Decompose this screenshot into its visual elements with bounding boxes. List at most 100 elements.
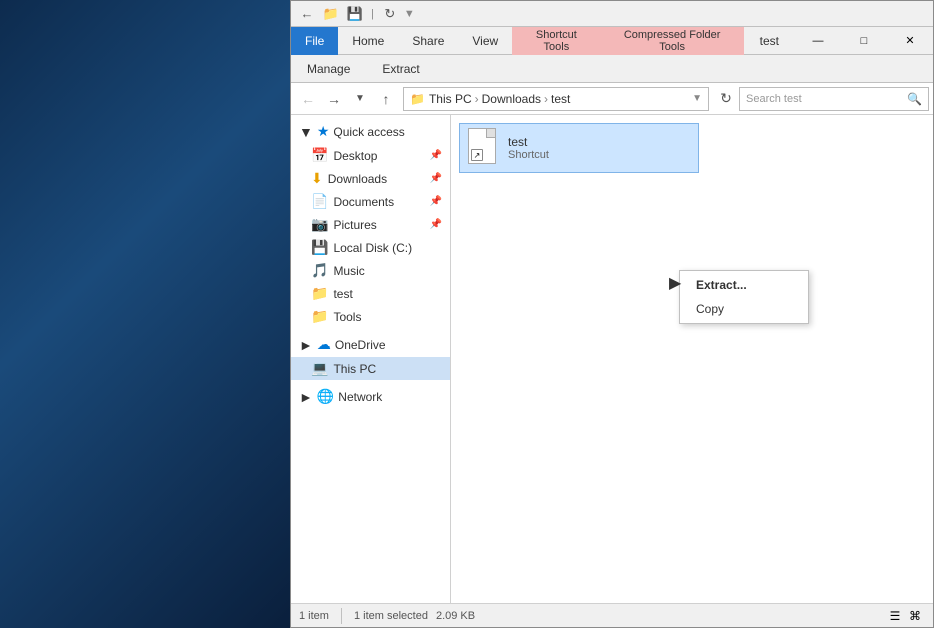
ribbon-tabs-row: File Home Share View Shortcut Tools Comp… xyxy=(291,27,933,55)
status-bar: 1 item 1 item selected 2.09 KB ☰ ⌘ xyxy=(291,603,933,627)
item-count: 1 item xyxy=(299,610,329,622)
nav-item-documents[interactable]: 📄 Documents 📌 xyxy=(291,190,450,213)
close-button[interactable]: ✕ xyxy=(887,27,933,55)
tab-manage[interactable]: Manage xyxy=(291,55,366,83)
breadcrumb-folder-icon: 📁 xyxy=(410,92,425,106)
search-box[interactable]: Search test 🔍 xyxy=(739,87,929,111)
network-label: Network xyxy=(338,390,382,404)
back-button[interactable]: ← xyxy=(295,87,321,111)
address-dropdown-icon[interactable]: ▼ xyxy=(692,93,702,104)
nav-pictures-label: Pictures xyxy=(333,218,376,232)
quick-access-header[interactable]: ▼ ★ Quick access xyxy=(291,119,450,144)
address-box[interactable]: 📁 This PC › Downloads › test ▼ xyxy=(403,87,709,111)
nav-pane: ▼ ★ Quick access 📅 Desktop 📌 ⬇ Downloads… xyxy=(291,115,451,603)
window-controls: — □ ✕ xyxy=(795,27,933,55)
nav-local-disk-label: Local Disk (C:) xyxy=(333,241,412,255)
breadcrumb: 📁 This PC › Downloads › test xyxy=(410,92,692,106)
nav-music-label: Music xyxy=(333,264,364,278)
nav-item-desktop[interactable]: 📅 Desktop 📌 xyxy=(291,144,450,167)
tab-view[interactable]: View xyxy=(458,27,512,55)
nav-downloads-label: Downloads xyxy=(328,172,387,186)
test-folder-icon: 📁 xyxy=(311,285,328,302)
documents-pin-icon: 📌 xyxy=(430,196,442,207)
file-type-text: Shortcut xyxy=(508,149,549,161)
breadcrumb-downloads: Downloads xyxy=(482,92,541,106)
mouse-cursor: ▶ xyxy=(669,273,681,293)
refresh-button[interactable]: ↻ xyxy=(713,87,739,111)
qat-undo-btn[interactable]: ↻ xyxy=(378,3,402,25)
quick-access-chevron: ▼ xyxy=(299,124,313,140)
nav-item-music[interactable]: 🎵 Music xyxy=(291,259,450,282)
this-pc-icon: 💻 xyxy=(311,360,328,377)
qat-folder-btn[interactable]: 📁 xyxy=(319,3,343,25)
address-bar-row: ← → ▼ ↑ 📁 This PC › Downloads › test ▼ ↻… xyxy=(291,83,933,115)
status-separator1 xyxy=(341,608,342,624)
search-icon: 🔍 xyxy=(907,92,922,106)
ctx-extract[interactable]: Extract... xyxy=(680,273,808,297)
file-icon: ↗ xyxy=(468,128,500,168)
downloads-pin-icon: 📌 xyxy=(430,173,442,184)
onedrive-icon: ☁ xyxy=(317,336,331,353)
tab-shortcut-tools[interactable]: Shortcut Tools xyxy=(512,27,600,55)
up-button[interactable]: ↑ xyxy=(373,87,399,111)
file-size: 2.09 KB xyxy=(436,610,475,622)
shortcut-arrow: ↗ xyxy=(471,149,483,161)
file-item-test[interactable]: ↗ test Shortcut xyxy=(459,123,699,173)
breadcrumb-this-pc: This PC xyxy=(429,92,472,106)
breadcrumb-sep2: › xyxy=(544,92,548,106)
desktop-pin-icon: 📌 xyxy=(430,150,442,161)
nav-test-label: test xyxy=(333,287,352,301)
pictures-icon: 📷 xyxy=(311,216,328,233)
ribbon-row2: Manage Extract xyxy=(291,55,933,83)
file-info: test Shortcut xyxy=(508,135,549,161)
nav-documents-label: Documents xyxy=(333,195,394,209)
breadcrumb-test: test xyxy=(551,92,570,106)
tab-file[interactable]: File xyxy=(291,27,338,55)
recent-locations-button[interactable]: ▼ xyxy=(347,87,373,111)
network-icon: 🌐 xyxy=(317,388,334,405)
onedrive-label: OneDrive xyxy=(335,338,386,352)
qat-back-btn[interactable]: ← xyxy=(295,3,319,25)
forward-button[interactable]: → xyxy=(321,87,347,111)
local-disk-icon: 💾 xyxy=(311,239,328,256)
onedrive-header[interactable]: ► ☁ OneDrive xyxy=(291,332,450,357)
music-icon: 🎵 xyxy=(311,262,328,279)
nav-item-test[interactable]: 📁 test xyxy=(291,282,450,305)
tools-folder-icon: 📁 xyxy=(311,308,328,325)
large-icons-view-btn[interactable]: ⌘ xyxy=(905,606,925,626)
breadcrumb-sep1: › xyxy=(475,92,479,106)
onedrive-chevron: ► xyxy=(299,337,313,353)
view-buttons: ☰ ⌘ xyxy=(885,606,925,626)
tab-share[interactable]: Share xyxy=(398,27,458,55)
desktop-icon: 📅 xyxy=(311,147,328,164)
nav-item-local-disk[interactable]: 💾 Local Disk (C:) xyxy=(291,236,450,259)
details-view-btn[interactable]: ☰ xyxy=(885,606,905,626)
qat-dropdown-arrow: ▼ xyxy=(402,8,417,20)
main-content: ▼ ★ Quick access 📅 Desktop 📌 ⬇ Downloads… xyxy=(291,115,933,603)
qat-row: ← 📁 💾 | ↻ ▼ xyxy=(291,1,933,27)
qat-separator: | xyxy=(367,8,378,20)
explorer-window: ← 📁 💾 | ↻ ▼ File Home Share View Shortcu… xyxy=(290,0,934,628)
downloads-icon: ⬇ xyxy=(311,170,323,187)
network-chevron: ► xyxy=(299,389,313,405)
ctx-copy[interactable]: Copy xyxy=(680,297,808,321)
tab-extract[interactable]: Extract xyxy=(366,55,435,83)
pictures-pin-icon: 📌 xyxy=(430,219,442,230)
search-text: Search test xyxy=(746,93,802,105)
nav-this-pc-label: This PC xyxy=(333,362,376,376)
tab-home[interactable]: Home xyxy=(338,27,398,55)
context-menu: Extract... Copy xyxy=(679,270,809,324)
nav-item-tools[interactable]: 📁 Tools xyxy=(291,305,450,328)
minimize-button[interactable]: — xyxy=(795,27,841,55)
tab-compressed-folder-tools[interactable]: Compressed Folder Tools xyxy=(601,27,744,55)
quick-access-star-icon: ★ xyxy=(317,123,330,140)
network-header[interactable]: ► 🌐 Network xyxy=(291,384,450,409)
qat-floppy-btn[interactable]: 💾 xyxy=(343,3,367,25)
file-name-text: test xyxy=(508,135,549,149)
nav-item-downloads[interactable]: ⬇ Downloads 📌 xyxy=(291,167,450,190)
nav-item-pictures[interactable]: 📷 Pictures 📌 xyxy=(291,213,450,236)
maximize-button[interactable]: □ xyxy=(841,27,887,55)
nav-tools-label: Tools xyxy=(333,310,361,324)
nav-item-this-pc[interactable]: 💻 This PC xyxy=(291,357,450,380)
quick-access-label: Quick access xyxy=(333,125,404,139)
